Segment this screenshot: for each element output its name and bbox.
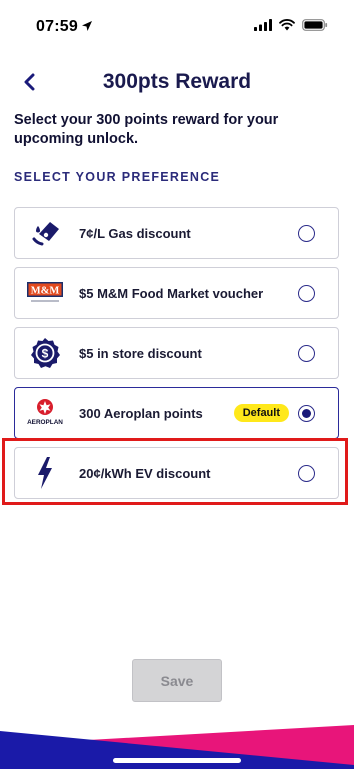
wifi-icon [279, 19, 295, 31]
svg-text:AEROPLAN: AEROPLAN [27, 419, 63, 426]
home-indicator[interactable] [113, 758, 241, 763]
battery-icon [302, 19, 328, 31]
status-bar: 07:59 [0, 0, 354, 54]
gas-pump-icon [19, 207, 71, 259]
option-label: 300 Aeroplan points [79, 405, 203, 421]
page-title: 300pts Reward [102, 70, 252, 93]
aeroplan-logo: AEROPLAN [19, 387, 71, 439]
radio-button[interactable] [298, 284, 315, 302]
option-label: 7¢/L Gas discount [79, 225, 191, 241]
svg-text:$: $ [42, 346, 49, 360]
status-time: 07:59 [36, 18, 78, 35]
highlight-box [2, 438, 348, 505]
radio-button[interactable] [298, 404, 315, 422]
option-label: $5 in store discount [79, 345, 202, 361]
cellular-signal-icon [254, 19, 272, 31]
page-subtitle: Select your 300 points reward for your u… [14, 112, 279, 147]
save-button[interactable]: Save [132, 659, 222, 702]
default-badge: Default [233, 404, 289, 422]
option-label: $5 M&M Food Market voucher [79, 285, 264, 301]
mm-food-market-logo: M&M [19, 267, 71, 319]
radio-button[interactable] [298, 344, 315, 362]
dollar-badge-icon: $ [19, 327, 71, 379]
option-gas-discount[interactable]: 7¢/L Gas discount [14, 207, 339, 259]
location-arrow-icon [82, 21, 92, 31]
option-aeroplan-points[interactable]: AEROPLAN 300 Aeroplan points Default [14, 387, 339, 439]
section-label: SELECT YOUR PREFERENCE [14, 170, 221, 184]
svg-text:M&M: M&M [31, 286, 60, 297]
radio-button[interactable] [298, 224, 315, 242]
status-icons [254, 19, 328, 31]
option-mm-voucher[interactable]: M&M $5 M&M Food Market voucher [14, 267, 339, 319]
option-store-discount[interactable]: $ $5 in store discount [14, 327, 339, 379]
radio-selected-dot [302, 408, 311, 418]
